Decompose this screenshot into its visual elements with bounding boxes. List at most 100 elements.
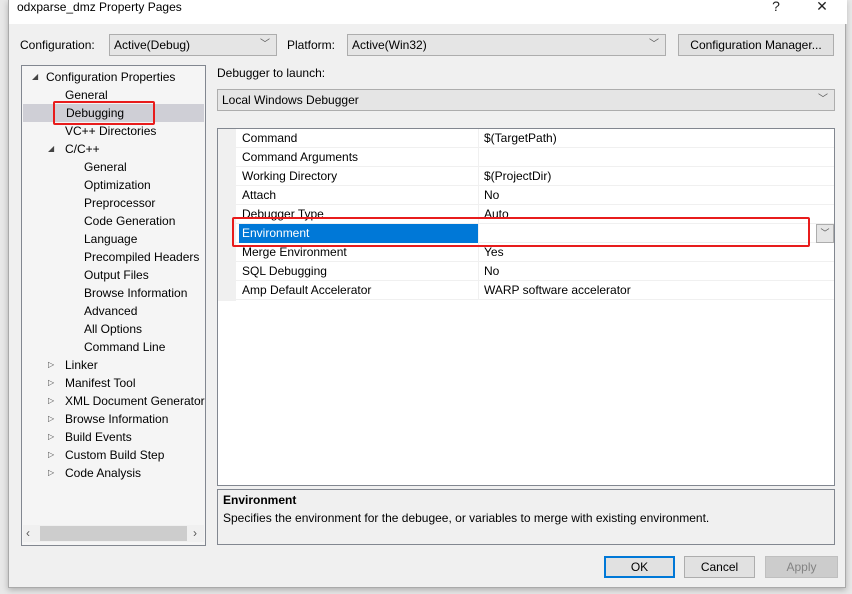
tree-item-label: Browse Information [84, 286, 188, 300]
tree-item[interactable]: ▷ Custom Build Step [22, 446, 164, 464]
configuration-select[interactable]: Active(Debug) ﹀ [109, 34, 277, 56]
property-pages-dialog: odxparse_dmz Property Pages ? ✕ Configur… [8, 0, 847, 588]
collapsed-triangle-icon[interactable]: ▷ [48, 374, 54, 392]
tree-item-label: Precompiled Headers [84, 250, 200, 264]
tree-item-label: General [84, 160, 127, 174]
tree-item-label: Command Line [84, 340, 166, 354]
property-grid[interactable]: Command $(TargetPath) Command Arguments Wor… [217, 128, 835, 486]
tree-item-label: All Options [84, 322, 143, 336]
property-value[interactable]: $(ProjectDir) [484, 167, 551, 186]
tree-item-label: Configuration Properties [46, 70, 176, 84]
debugger-select[interactable]: Local Windows Debugger ﹀ [217, 89, 835, 111]
property-tree[interactable]: ◢ Configuration Properties General Debugg… [21, 65, 206, 546]
property-row[interactable]: Working Directory $(ProjectDir) [236, 167, 834, 186]
tree-item-label: Build Events [65, 430, 132, 444]
tree-item[interactable]: Browse Information [22, 284, 187, 302]
description-panel: Environment Specifies the environment fo… [217, 489, 835, 545]
tree-item-label: Manifest Tool [65, 376, 136, 390]
tree-item[interactable]: Preprocessor [22, 194, 155, 212]
property-row[interactable]: SQL Debugging No [236, 262, 834, 281]
property-row[interactable]: Command Arguments [236, 148, 834, 167]
tree-item[interactable]: Optimization [22, 176, 151, 194]
configuration-label: Configuration: [20, 38, 95, 52]
configuration-manager-button[interactable]: Configuration Manager... [678, 34, 834, 56]
tree-item-label: C/C++ [65, 142, 100, 156]
tree-item[interactable]: ▷ Manifest Tool [22, 374, 135, 392]
title-bar: odxparse_dmz Property Pages ? ✕ [9, 0, 847, 24]
scrollbar-thumb[interactable] [40, 526, 187, 541]
tree-item[interactable]: Command Line [22, 338, 165, 356]
description-text: Specifies the environment for the debuge… [223, 511, 710, 525]
tree-item[interactable]: ▷ Linker [22, 356, 98, 374]
tree-item-label: Code Generation [84, 214, 176, 228]
debugger-value: Local Windows Debugger [222, 93, 359, 107]
environment-dropdown-button[interactable]: ﹀ [816, 224, 834, 243]
tree-item[interactable]: ▷ Code Analysis [22, 464, 141, 482]
scroll-left-icon[interactable]: ‹ [26, 526, 30, 540]
expanded-triangle-icon[interactable]: ◢ [32, 68, 38, 86]
property-value[interactable]: $(TargetPath) [484, 129, 557, 148]
property-name: Command Arguments [242, 148, 479, 167]
collapsed-triangle-icon[interactable]: ▷ [48, 410, 54, 428]
chevron-down-icon: ﹀ [649, 39, 659, 50]
tree-item[interactable]: ◢ C/C++ [22, 140, 100, 158]
property-row[interactable]: Command $(TargetPath) [236, 129, 834, 148]
property-name: Amp Default Accelerator [242, 281, 479, 300]
platform-select[interactable]: Active(Win32) ﹀ [347, 34, 666, 56]
tree-item[interactable]: ▷ XML Document Generator [22, 392, 205, 410]
chevron-down-icon: ﹀ [818, 94, 828, 105]
collapsed-triangle-icon[interactable]: ▷ [48, 446, 54, 464]
tree-item-label: Optimization [84, 178, 151, 192]
property-value[interactable]: WARP software accelerator [484, 281, 631, 300]
tree-item[interactable]: General [22, 158, 127, 176]
tree-item[interactable]: Precompiled Headers [22, 248, 199, 266]
tree-item-label: Browse Information [65, 412, 169, 426]
property-row[interactable]: Attach No [236, 186, 834, 205]
chevron-down-icon: ﹀ [820, 228, 830, 238]
configuration-value: Active(Debug) [114, 38, 191, 52]
tree-item-label: General [65, 88, 108, 102]
property-name: Working Directory [242, 167, 479, 186]
tree-item-label: VC++ Directories [65, 124, 157, 138]
scroll-right-icon[interactable]: › [193, 526, 197, 540]
tree-item-label: Advanced [84, 304, 138, 318]
apply-button[interactable]: Apply [765, 556, 838, 578]
property-name: Attach [242, 186, 479, 205]
platform-value: Active(Win32) [352, 38, 427, 52]
property-value[interactable]: No [484, 262, 499, 281]
cancel-button[interactable]: Cancel [684, 556, 755, 578]
chevron-down-icon: ﹀ [260, 39, 270, 50]
expanded-triangle-icon[interactable]: ◢ [48, 140, 54, 158]
tree-item[interactable]: ▷ Build Events [22, 428, 132, 446]
tree-item-label: Preprocessor [84, 196, 156, 210]
tree-item[interactable]: Output Files [22, 266, 149, 284]
property-name: Command [242, 129, 479, 148]
environment-highlight-box [232, 217, 810, 247]
tree-item-label: Linker [65, 358, 98, 372]
tree-item-label: XML Document Generator [65, 394, 205, 408]
collapsed-triangle-icon[interactable]: ▷ [48, 392, 54, 410]
ok-button[interactable]: OK [604, 556, 675, 578]
property-value[interactable]: No [484, 186, 499, 205]
tree-item-label: Output Files [84, 268, 149, 282]
tree-item[interactable]: Advanced [22, 302, 137, 320]
tree-item-label: Custom Build Step [65, 448, 165, 462]
close-button[interactable]: ✕ [807, 0, 837, 18]
tree-item-label: Language [84, 232, 138, 246]
tree-item[interactable]: All Options [22, 320, 142, 338]
property-row[interactable]: Amp Default Accelerator WARP software acc… [236, 281, 834, 300]
tree-item[interactable]: Code Generation [22, 212, 175, 230]
tree-horizontal-scrollbar[interactable]: ‹ › [23, 525, 204, 542]
collapsed-triangle-icon[interactable]: ▷ [48, 428, 54, 446]
collapsed-triangle-icon[interactable]: ▷ [48, 464, 54, 482]
debugging-highlight-box [53, 101, 155, 125]
tree-item[interactable]: Language [22, 230, 137, 248]
tree-item[interactable]: ▷ Browse Information [22, 410, 168, 428]
window-title: odxparse_dmz Property Pages [17, 0, 182, 14]
platform-label: Platform: [287, 38, 336, 52]
tree-item-configuration-properties[interactable]: ◢ Configuration Properties [30, 68, 175, 86]
debugger-label: Debugger to launch: [217, 66, 326, 80]
description-title: Environment [223, 493, 297, 507]
help-button[interactable]: ? [761, 0, 791, 18]
collapsed-triangle-icon[interactable]: ▷ [48, 356, 54, 374]
